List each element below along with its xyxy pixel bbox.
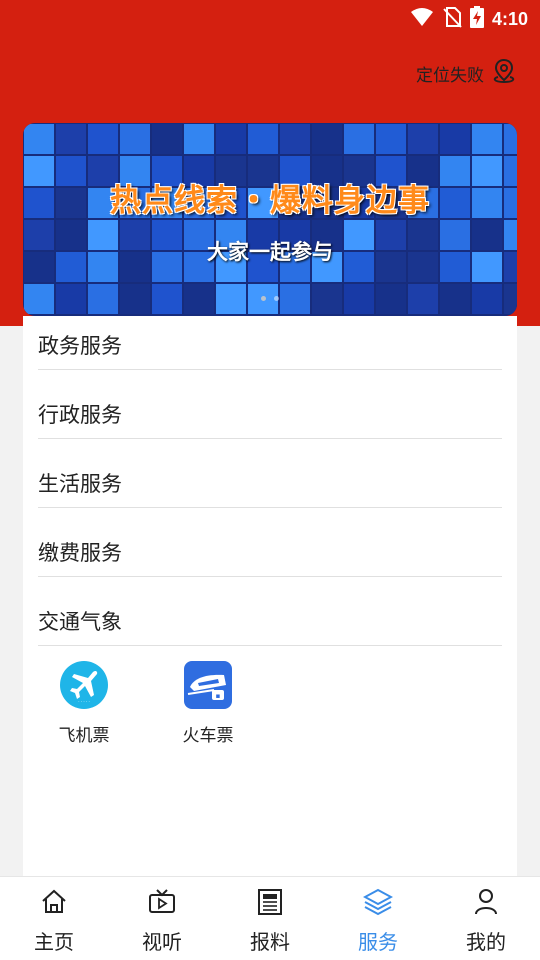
svg-text:▪: ▪: [216, 692, 221, 700]
nav-services[interactable]: 服务: [324, 877, 432, 960]
status-time: 4:10: [491, 8, 528, 29]
section-label: 交通气象: [38, 610, 122, 634]
service-label: 飞机票: [58, 726, 110, 746]
bottom-navigation: 主页 视听 报料 服务 我的: [0, 876, 540, 960]
nav-label: 报料: [250, 930, 290, 954]
layers-icon: [362, 887, 394, 917]
service-train-tickets[interactable]: ▪ 火车票: [163, 661, 253, 746]
location-button[interactable]: 定位失败: [416, 57, 518, 90]
nav-label: 服务: [358, 930, 398, 954]
nav-mine[interactable]: 我的: [432, 877, 540, 960]
banner-subtitle: 大家一起参与: [207, 240, 333, 264]
train-icon: ▪: [184, 661, 232, 709]
section-label: 缴费服务: [38, 541, 122, 565]
svg-text:· · · · ·: · · · · ·: [78, 699, 89, 704]
wifi-icon: [410, 7, 434, 31]
section-label: 行政服务: [38, 403, 122, 427]
service-label: 火车票: [182, 726, 234, 746]
nav-media[interactable]: 视听: [108, 877, 216, 960]
airplane-icon: · · · · ·: [60, 661, 108, 709]
section-transport-weather[interactable]: 交通气象: [38, 592, 502, 646]
nav-report[interactable]: 报料: [216, 877, 324, 960]
services-panel: 政务服务 行政服务 生活服务 缴费服务 交通气象 · · · · · 飞机票 ▪…: [23, 316, 517, 876]
section-government[interactable]: 政务服务: [38, 316, 502, 370]
user-icon: [471, 887, 501, 917]
banner-title: 热点线索・爆料身边事: [110, 183, 430, 219]
section-administrative[interactable]: 行政服务: [38, 385, 502, 439]
status-bar: 4:10: [0, 0, 540, 36]
map-pin-icon: [490, 57, 518, 90]
battery-charging-icon: [469, 6, 484, 32]
location-text: 定位失败: [416, 66, 484, 86]
tv-icon: [147, 887, 177, 917]
home-icon: [39, 887, 69, 917]
nav-label: 视听: [142, 930, 182, 954]
no-sim-icon: [442, 6, 462, 32]
section-life[interactable]: 生活服务: [38, 454, 502, 508]
service-flight-tickets[interactable]: · · · · · 飞机票: [39, 661, 129, 746]
carousel-dot: [274, 296, 279, 301]
nav-label: 我的: [466, 930, 506, 954]
nav-label: 主页: [34, 930, 74, 954]
section-label: 政务服务: [38, 334, 122, 358]
nav-home[interactable]: 主页: [0, 877, 108, 960]
newspaper-icon: [255, 887, 285, 917]
section-label: 生活服务: [38, 472, 122, 496]
carousel-indicator: [23, 296, 517, 301]
section-payment[interactable]: 缴费服务: [38, 523, 502, 577]
banner-carousel[interactable]: 热点线索・爆料身边事 大家一起参与: [23, 123, 517, 316]
carousel-dot: [261, 296, 266, 301]
